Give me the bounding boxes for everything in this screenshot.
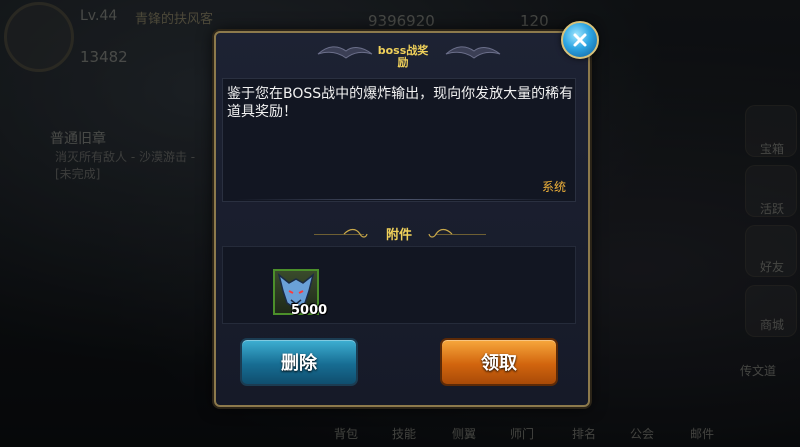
claim-button[interactable]: 领取	[440, 338, 558, 386]
attachment-title: 附件	[386, 228, 413, 243]
dialog-title: boss战奖励	[377, 44, 429, 69]
dialog-header: boss战奖励	[216, 33, 588, 77]
sender-name: 系统	[542, 180, 567, 194]
right-flourish-icon	[428, 228, 453, 238]
divider	[236, 199, 566, 200]
delete-button[interactable]: 删除	[240, 338, 358, 386]
message-text: 鉴于您在BOSS战中的爆炸输出，现向你发放大量的稀有道具奖励！	[227, 86, 574, 120]
close-button[interactable]	[561, 21, 599, 59]
left-ornament-icon	[317, 46, 373, 59]
attachment-count: 5000	[291, 303, 328, 318]
right-ornament-icon	[445, 46, 501, 59]
close-icon	[573, 33, 587, 47]
left-flourish-icon	[343, 228, 368, 238]
